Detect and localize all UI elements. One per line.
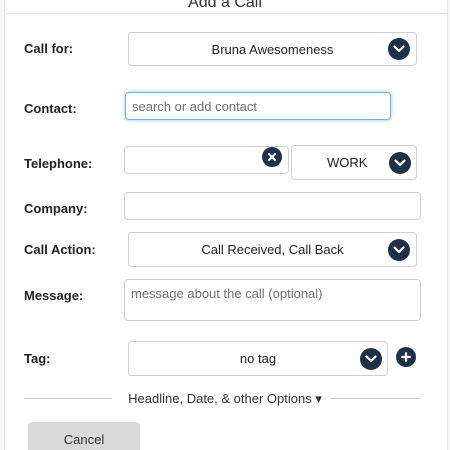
clear-x-icon[interactable]: [262, 147, 282, 167]
dialog-title: Add a Call: [188, 0, 262, 11]
message-textarea[interactable]: [124, 279, 421, 321]
cancel-button[interactable]: Cancel: [28, 422, 140, 450]
chevron-down-icon: [388, 38, 410, 60]
call-for-select[interactable]: Bruna Awesomeness: [128, 32, 417, 66]
chevron-down-icon: [388, 239, 410, 261]
company-label: Company:: [24, 201, 88, 216]
more-options-toggle[interactable]: Headline, Date, & other Options ▾: [118, 391, 332, 407]
message-label: Message:: [24, 288, 84, 303]
call-action-value: Call Received, Call Back: [201, 242, 344, 257]
chevron-down-icon: [389, 152, 411, 174]
tag-label: Tag:: [24, 351, 51, 366]
company-input[interactable]: [124, 192, 421, 220]
modal-left-edge: [0, 0, 5, 450]
header-divider: [5, 13, 447, 14]
call-for-value: Bruna Awesomeness: [211, 41, 334, 57]
call-for-label: Call for:: [24, 41, 74, 56]
options-divider-right: [330, 398, 420, 399]
call-action-label: Call Action:: [24, 242, 96, 257]
contact-search-input[interactable]: [125, 92, 391, 120]
tag-select[interactable]: no tag: [128, 341, 388, 376]
plus-icon[interactable]: [396, 347, 416, 367]
chevron-down-icon: [360, 348, 382, 370]
options-divider-left: [24, 398, 112, 399]
tag-value: no tag: [239, 351, 277, 366]
phone-type-select[interactable]: WORK: [291, 145, 417, 180]
telephone-label: Telephone:: [24, 156, 93, 171]
call-action-select[interactable]: Call Received, Call Back: [128, 232, 417, 267]
contact-label: Contact:: [24, 101, 77, 116]
